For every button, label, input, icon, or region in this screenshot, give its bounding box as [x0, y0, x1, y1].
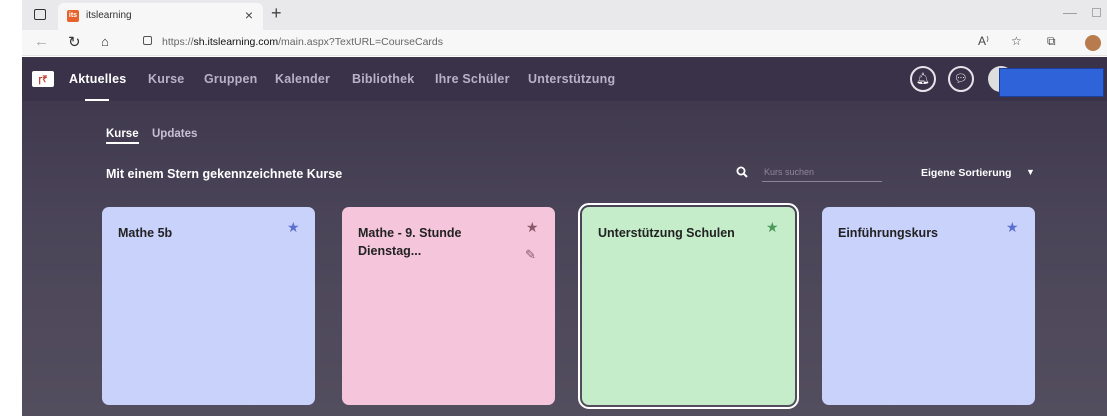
itslearning-favicon-icon: its	[67, 10, 79, 22]
nav-kalender[interactable]: Kalender	[275, 72, 330, 86]
url-field[interactable]: https://sh.itslearning.com/main.aspx?Tex…	[162, 36, 443, 48]
itslearning-logo[interactable]: ꞅ₹	[32, 71, 54, 87]
itslearning-app: ꞅ₹ Aktuelles Kurse Gruppen Kalender Bibl…	[22, 57, 1107, 416]
subtab-updates[interactable]: Updates	[152, 128, 197, 140]
course-card-mathe-9-stunde[interactable]: Mathe - 9. Stunde Dienstag... ★ ✎	[342, 207, 555, 405]
messages-icon[interactable]: 💬︎	[948, 66, 974, 92]
tab-close-icon[interactable]: ×	[245, 7, 253, 23]
collections-icon[interactable]: ⧉	[1047, 34, 1056, 49]
course-card-title: Unterstützung Schulen	[598, 226, 735, 240]
tab-title: itslearning	[86, 10, 132, 21]
section-title: Mit einem Stern gekennzeichnete Kurse	[106, 167, 343, 181]
nav-ihre-schueler[interactable]: Ihre Schüler	[435, 72, 510, 86]
course-card-title: Mathe - 9. Stunde Dienstag...	[358, 226, 462, 258]
nav-aktuelles[interactable]: Aktuelles	[69, 72, 126, 86]
new-tab-icon[interactable]: +	[271, 3, 282, 24]
favorite-star-icon[interactable]: ★	[287, 219, 300, 236]
nav-bibliothek[interactable]: Bibliothek	[352, 72, 414, 86]
course-card-title: Einführungskurs	[838, 226, 939, 240]
refresh-icon[interactable]: ↻	[68, 33, 81, 51]
maximize-icon[interactable]	[1092, 8, 1101, 17]
top-navigation: ꞅ₹ Aktuelles Kurse Gruppen Kalender Bibl…	[22, 57, 1107, 101]
edit-pencil-icon[interactable]: ✎	[525, 247, 536, 263]
browser-tab[interactable]: its itslearning ×	[58, 3, 263, 30]
nav-gruppen[interactable]: Gruppen	[204, 72, 257, 86]
browser-window: its itslearning × + — ← ↻ ⌂ https://sh.i…	[22, 0, 1107, 416]
course-card-title: Mathe 5b	[118, 226, 173, 240]
desktop-edge	[0, 0, 22, 416]
address-bar: ← ↻ ⌂ https://sh.itslearning.com/main.as…	[22, 30, 1107, 56]
favorite-icon[interactable]: ☆	[1011, 34, 1022, 48]
back-icon[interactable]: ←	[34, 33, 49, 50]
sort-chevron-down-icon[interactable]: ▼	[1026, 167, 1035, 177]
course-card-mathe-5b[interactable]: Mathe 5b ★	[102, 207, 315, 405]
page-info-icon[interactable]	[143, 36, 152, 45]
favorite-star-icon[interactable]: ★	[1006, 219, 1019, 236]
active-nav-indicator	[85, 99, 109, 101]
tab-bar: its itslearning × + —	[22, 0, 1107, 30]
favorite-star-icon[interactable]: ★	[766, 219, 779, 236]
nav-unterstuetzung[interactable]: Unterstützung	[528, 72, 615, 86]
screenshot-frame: its itslearning × + — ← ↻ ⌂ https://sh.i…	[0, 0, 1107, 416]
subtab-kurse[interactable]: Kurse	[106, 128, 139, 140]
course-card-einfuehrungskurs[interactable]: Einführungskurs ★	[822, 207, 1035, 405]
profile-avatar[interactable]	[1085, 35, 1101, 51]
minimize-icon[interactable]: —	[1063, 4, 1077, 20]
read-aloud-icon[interactable]: A⁾	[978, 34, 989, 48]
redacted-username	[999, 68, 1104, 97]
active-subtab-indicator	[106, 142, 139, 144]
course-search-input[interactable]	[762, 163, 882, 182]
sort-dropdown[interactable]: Eigene Sortierung	[921, 167, 1011, 179]
nav-kurse[interactable]: Kurse	[148, 72, 184, 86]
tab-actions-icon[interactable]	[34, 9, 46, 20]
favorite-star-icon[interactable]: ★	[526, 219, 539, 236]
course-card-unterstuetzung-schulen[interactable]: Unterstützung Schulen ★	[578, 203, 799, 409]
home-icon[interactable]: ⌂	[101, 34, 109, 49]
search-icon[interactable]	[736, 166, 748, 178]
notifications-bell-icon[interactable]: 🔔︎	[910, 66, 936, 92]
